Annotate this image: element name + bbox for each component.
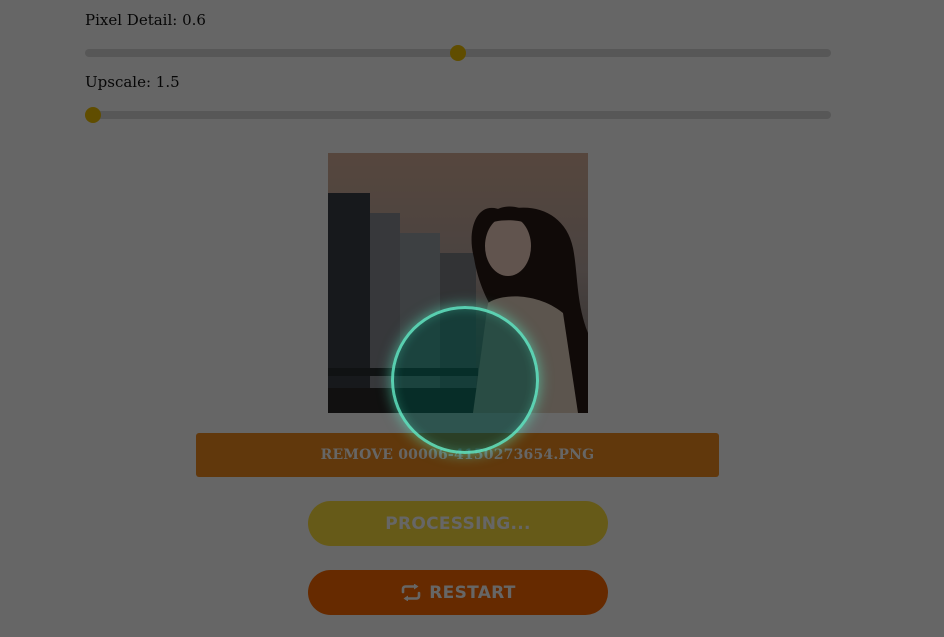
pixel-detail-slider[interactable]	[85, 45, 831, 61]
upscale-label: Upscale: 1.5	[85, 73, 180, 91]
pixel-detail-slider-thumb[interactable]	[450, 45, 466, 61]
upscale-slider-thumb[interactable]	[85, 107, 101, 123]
app-page: Pixel Detail: 0.6 Upscale: 1.5 REMOVE 00…	[0, 0, 944, 637]
repeat-icon	[400, 584, 422, 601]
restart-button-label: RESTART	[429, 582, 516, 603]
upscale-slider[interactable]	[85, 107, 831, 123]
loading-spinner-icon	[391, 306, 539, 454]
restart-button[interactable]: RESTART	[308, 570, 608, 615]
processing-button: PROCESSING...	[308, 501, 608, 546]
pixel-detail-label: Pixel Detail: 0.6	[85, 11, 206, 29]
